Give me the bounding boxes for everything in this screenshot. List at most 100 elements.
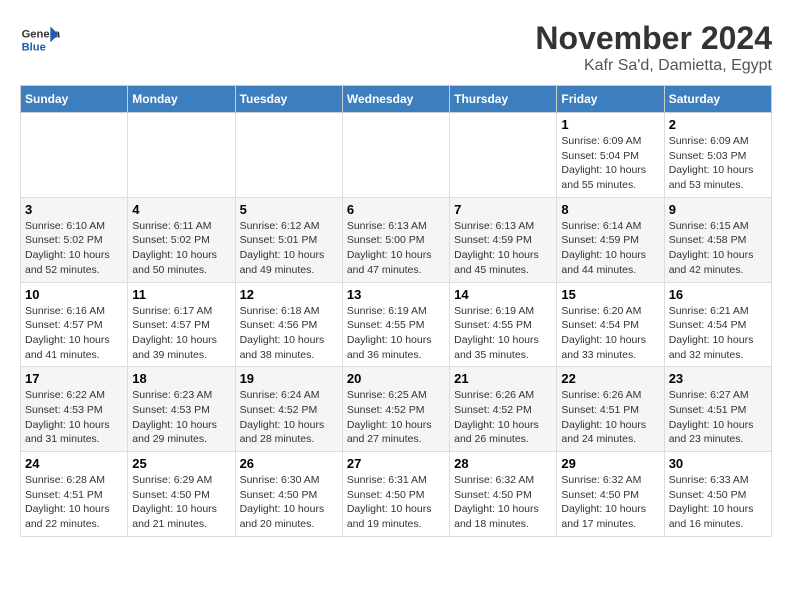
calendar-week-row: 1 Sunrise: 6:09 AM Sunset: 5:04 PM Daylig… <box>21 113 772 198</box>
day-info: Sunrise: 6:16 AM Sunset: 4:57 PM Dayligh… <box>25 304 123 363</box>
calendar-cell: 3Sunrise: 6:10 AM Sunset: 5:02 PM Daylig… <box>21 197 128 282</box>
page-subtitle: Kafr Sa'd, Damietta, Egypt <box>535 57 772 75</box>
day-info: Sunrise: 6:19 AM Sunset: 4:55 PM Dayligh… <box>347 304 445 363</box>
day-number: 4 <box>132 202 230 217</box>
title-block: November 2024 Kafr Sa'd, Damietta, Egypt <box>535 20 772 75</box>
calendar-table: SundayMondayTuesdayWednesdayThursdayFrid… <box>20 85 772 537</box>
calendar-cell: 16 Sunrise: 6:21 AM Sunset: 4:54 PM Dayli… <box>664 282 771 367</box>
day-info: Sunrise: 6:13 AM Sunset: 5:00 PM Dayligh… <box>347 219 445 278</box>
day-info: Sunrise: 6:10 AM Sunset: 5:02 PM Dayligh… <box>25 219 123 278</box>
calendar-cell <box>21 113 128 198</box>
day-number: 11 <box>132 287 230 302</box>
day-info: Sunrise: 6:24 AM Sunset: 4:52 PM Dayligh… <box>240 388 338 447</box>
day-info: Sunrise: 6:15 AM Sunset: 4:58 PM Dayligh… <box>669 219 767 278</box>
day-number: 12 <box>240 287 338 302</box>
calendar-day-header: Saturday <box>664 86 771 113</box>
calendar-cell <box>128 113 235 198</box>
calendar-day-header: Thursday <box>450 86 557 113</box>
calendar-cell: 7 Sunrise: 6:13 AM Sunset: 4:59 PM Daylig… <box>450 197 557 282</box>
day-info: Sunrise: 6:22 AM Sunset: 4:53 PM Dayligh… <box>25 388 123 447</box>
day-info: Sunrise: 6:26 AM Sunset: 4:51 PM Dayligh… <box>561 388 659 447</box>
day-number: 28 <box>454 456 552 471</box>
page-title: November 2024 <box>535 20 772 57</box>
day-info: Sunrise: 6:14 AM Sunset: 4:59 PM Dayligh… <box>561 219 659 278</box>
day-info: Sunrise: 6:09 AM Sunset: 5:04 PM Dayligh… <box>561 134 659 193</box>
day-info: Sunrise: 6:20 AM Sunset: 4:54 PM Dayligh… <box>561 304 659 363</box>
day-info: Sunrise: 6:09 AM Sunset: 5:03 PM Dayligh… <box>669 134 767 193</box>
calendar-cell <box>450 113 557 198</box>
calendar-week-row: 24Sunrise: 6:28 AM Sunset: 4:51 PM Dayli… <box>21 452 772 537</box>
day-info: Sunrise: 6:29 AM Sunset: 4:50 PM Dayligh… <box>132 473 230 532</box>
day-number: 21 <box>454 371 552 386</box>
day-number: 26 <box>240 456 338 471</box>
day-number: 30 <box>669 456 767 471</box>
day-number: 25 <box>132 456 230 471</box>
calendar-cell: 6 Sunrise: 6:13 AM Sunset: 5:00 PM Daylig… <box>342 197 449 282</box>
calendar-cell: 5 Sunrise: 6:12 AM Sunset: 5:01 PM Daylig… <box>235 197 342 282</box>
day-number: 15 <box>561 287 659 302</box>
calendar-cell: 9 Sunrise: 6:15 AM Sunset: 4:58 PM Daylig… <box>664 197 771 282</box>
day-number: 9 <box>669 202 767 217</box>
day-info: Sunrise: 6:27 AM Sunset: 4:51 PM Dayligh… <box>669 388 767 447</box>
day-number: 5 <box>240 202 338 217</box>
calendar-week-row: 17Sunrise: 6:22 AM Sunset: 4:53 PM Dayli… <box>21 367 772 452</box>
day-info: Sunrise: 6:32 AM Sunset: 4:50 PM Dayligh… <box>454 473 552 532</box>
calendar-cell: 1 Sunrise: 6:09 AM Sunset: 5:04 PM Daylig… <box>557 113 664 198</box>
calendar-cell: 26 Sunrise: 6:30 AM Sunset: 4:50 PM Dayli… <box>235 452 342 537</box>
calendar-cell: 23 Sunrise: 6:27 AM Sunset: 4:51 PM Dayli… <box>664 367 771 452</box>
page-header: General Blue November 2024 Kafr Sa'd, Da… <box>20 20 772 75</box>
day-number: 16 <box>669 287 767 302</box>
day-info: Sunrise: 6:12 AM Sunset: 5:01 PM Dayligh… <box>240 219 338 278</box>
day-number: 14 <box>454 287 552 302</box>
day-number: 13 <box>347 287 445 302</box>
day-info: Sunrise: 6:19 AM Sunset: 4:55 PM Dayligh… <box>454 304 552 363</box>
calendar-cell: 14 Sunrise: 6:19 AM Sunset: 4:55 PM Dayli… <box>450 282 557 367</box>
calendar-cell: 15 Sunrise: 6:20 AM Sunset: 4:54 PM Dayli… <box>557 282 664 367</box>
calendar-cell <box>235 113 342 198</box>
calendar-cell: 30 Sunrise: 6:33 AM Sunset: 4:50 PM Dayli… <box>664 452 771 537</box>
calendar-cell: 27 Sunrise: 6:31 AM Sunset: 4:50 PM Dayli… <box>342 452 449 537</box>
day-info: Sunrise: 6:11 AM Sunset: 5:02 PM Dayligh… <box>132 219 230 278</box>
calendar-cell: 12Sunrise: 6:18 AM Sunset: 4:56 PM Dayli… <box>235 282 342 367</box>
calendar-cell: 2 Sunrise: 6:09 AM Sunset: 5:03 PM Daylig… <box>664 113 771 198</box>
calendar-cell: 20 Sunrise: 6:25 AM Sunset: 4:52 PM Dayli… <box>342 367 449 452</box>
calendar-cell: 11 Sunrise: 6:17 AM Sunset: 4:57 PM Dayli… <box>128 282 235 367</box>
day-number: 23 <box>669 371 767 386</box>
day-number: 1 <box>561 117 659 132</box>
day-number: 22 <box>561 371 659 386</box>
day-number: 2 <box>669 117 767 132</box>
calendar-week-row: 10Sunrise: 6:16 AM Sunset: 4:57 PM Dayli… <box>21 282 772 367</box>
day-number: 20 <box>347 371 445 386</box>
day-info: Sunrise: 6:30 AM Sunset: 4:50 PM Dayligh… <box>240 473 338 532</box>
calendar-cell: 13 Sunrise: 6:19 AM Sunset: 4:55 PM Dayli… <box>342 282 449 367</box>
calendar-day-header: Sunday <box>21 86 128 113</box>
calendar-cell: 24Sunrise: 6:28 AM Sunset: 4:51 PM Dayli… <box>21 452 128 537</box>
day-info: Sunrise: 6:23 AM Sunset: 4:53 PM Dayligh… <box>132 388 230 447</box>
svg-text:Blue: Blue <box>22 41 46 53</box>
day-number: 24 <box>25 456 123 471</box>
day-info: Sunrise: 6:17 AM Sunset: 4:57 PM Dayligh… <box>132 304 230 363</box>
day-number: 6 <box>347 202 445 217</box>
calendar-week-row: 3Sunrise: 6:10 AM Sunset: 5:02 PM Daylig… <box>21 197 772 282</box>
calendar-cell: 22 Sunrise: 6:26 AM Sunset: 4:51 PM Dayli… <box>557 367 664 452</box>
calendar-cell: 28 Sunrise: 6:32 AM Sunset: 4:50 PM Dayli… <box>450 452 557 537</box>
calendar-cell <box>342 113 449 198</box>
calendar-cell: 8 Sunrise: 6:14 AM Sunset: 4:59 PM Daylig… <box>557 197 664 282</box>
calendar-day-header: Friday <box>557 86 664 113</box>
day-info: Sunrise: 6:21 AM Sunset: 4:54 PM Dayligh… <box>669 304 767 363</box>
day-info: Sunrise: 6:33 AM Sunset: 4:50 PM Dayligh… <box>669 473 767 532</box>
day-info: Sunrise: 6:25 AM Sunset: 4:52 PM Dayligh… <box>347 388 445 447</box>
calendar-cell: 4 Sunrise: 6:11 AM Sunset: 5:02 PM Daylig… <box>128 197 235 282</box>
day-number: 8 <box>561 202 659 217</box>
day-info: Sunrise: 6:32 AM Sunset: 4:50 PM Dayligh… <box>561 473 659 532</box>
day-number: 7 <box>454 202 552 217</box>
calendar-cell: 18Sunrise: 6:23 AM Sunset: 4:53 PM Dayli… <box>128 367 235 452</box>
day-number: 19 <box>240 371 338 386</box>
calendar-day-header: Tuesday <box>235 86 342 113</box>
day-info: Sunrise: 6:13 AM Sunset: 4:59 PM Dayligh… <box>454 219 552 278</box>
day-number: 27 <box>347 456 445 471</box>
calendar-cell: 25 Sunrise: 6:29 AM Sunset: 4:50 PM Dayli… <box>128 452 235 537</box>
day-info: Sunrise: 6:31 AM Sunset: 4:50 PM Dayligh… <box>347 473 445 532</box>
calendar-cell: 29Sunrise: 6:32 AM Sunset: 4:50 PM Dayli… <box>557 452 664 537</box>
calendar-day-header: Monday <box>128 86 235 113</box>
